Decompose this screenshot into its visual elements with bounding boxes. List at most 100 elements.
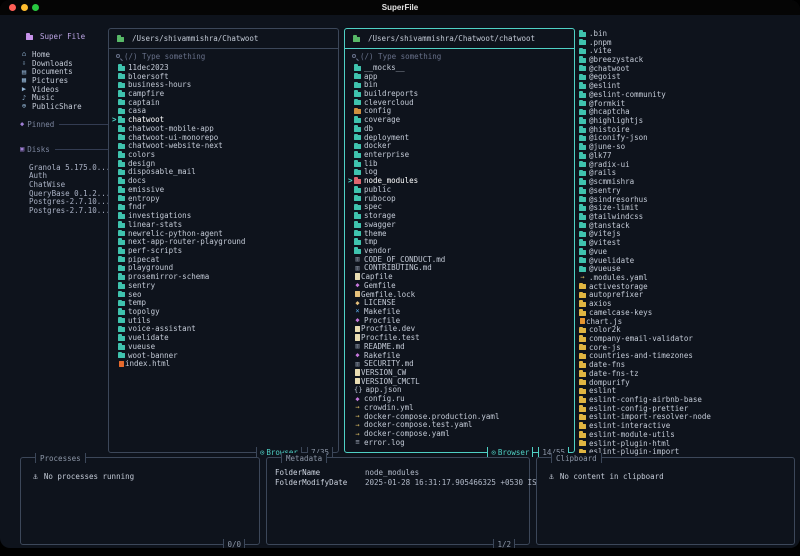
file-row[interactable]: vendor (348, 246, 574, 255)
file-row[interactable]: voice-assistant (112, 324, 338, 333)
file-row[interactable]: vueuse (112, 342, 338, 351)
file-row[interactable]: playground (112, 263, 338, 272)
file-panel-2[interactable]: /Users/shivammishra/Chatwoot/chatwoot (/… (344, 28, 575, 457)
sidebar-item[interactable]: ⌂ Home (20, 50, 108, 59)
file-row[interactable]: → crowdin.yml (348, 403, 574, 412)
file-row[interactable]: bin (348, 80, 574, 89)
file-row[interactable]: emissive (112, 185, 338, 194)
file-row[interactable]: log (348, 167, 574, 176)
file-row[interactable]: ▥ SECURITY.md (348, 359, 574, 368)
file-row[interactable]: spec (348, 202, 574, 211)
file-row[interactable]: public (348, 185, 574, 194)
file-row[interactable]: sentry (112, 281, 338, 290)
file-row[interactable]: fndr (112, 202, 338, 211)
file-row[interactable]: > chatwoot (112, 115, 338, 124)
file-row[interactable]: bloersoft (112, 72, 338, 81)
maximize-window-button[interactable] (32, 4, 39, 11)
preview-file-row: date-fns (579, 360, 795, 369)
file-row[interactable]: buildreports (348, 89, 574, 98)
file-row[interactable]: business-hours (112, 80, 338, 89)
file-row[interactable]: tmp (348, 237, 574, 246)
disk-item[interactable]: QueryBase 0.1.2... (20, 189, 110, 198)
file-row[interactable]: newrelic-python-agent (112, 229, 338, 238)
file-row[interactable]: ◆ LICENSE (348, 298, 574, 307)
file-row[interactable]: → docker-compose.test.yaml (348, 420, 574, 429)
file-row[interactable]: pipecat (112, 255, 338, 264)
file-row[interactable]: db (348, 124, 574, 133)
file-row[interactable]: __mocks__ (348, 63, 574, 72)
file-row[interactable]: ≡ error.log (348, 438, 574, 447)
file-row[interactable]: {} app.json (348, 385, 574, 394)
file-row[interactable]: Gemfile.lock (348, 290, 574, 299)
search-bar[interactable]: (/) Type something (345, 50, 574, 62)
file-row[interactable]: Procfile.dev (348, 324, 574, 333)
sidebar-item[interactable]: ⇩ Downloads (20, 59, 108, 68)
file-row[interactable]: config (348, 106, 574, 115)
file-row[interactable]: topolgy (112, 307, 338, 316)
file-row[interactable]: chatwoot-website-next (112, 141, 338, 150)
file-row[interactable]: vuelidate (112, 333, 338, 342)
file-row[interactable]: → docker-compose.production.yaml (348, 412, 574, 421)
file-row[interactable]: disposable_mail (112, 167, 338, 176)
sidebar-item[interactable]: ▶ Videos (20, 85, 108, 94)
disk-item[interactable]: ChatWise (20, 180, 108, 189)
minimize-window-button[interactable] (20, 4, 28, 11)
search-bar[interactable]: (/) Type something (109, 50, 338, 62)
file-row[interactable]: app (348, 72, 574, 81)
disk-item[interactable]: Auth (20, 171, 108, 180)
file-row[interactable]: perf-scripts (112, 246, 338, 255)
file-row[interactable]: casa (112, 106, 338, 115)
sidebar-item[interactable]: ▦ Pictures (20, 76, 108, 85)
file-row[interactable]: docker (348, 141, 574, 150)
file-row[interactable]: ◆ Procfile (348, 316, 574, 325)
file-row[interactable]: linear-stats (112, 220, 338, 229)
disk-item[interactable]: Postgres-2.7.10... (20, 206, 110, 215)
file-row[interactable]: × Makefile (348, 307, 574, 316)
file-row[interactable]: docs (112, 176, 338, 185)
file-row[interactable]: utils (112, 316, 338, 325)
file-row[interactable]: captain (112, 98, 338, 107)
file-row[interactable]: design (112, 159, 338, 168)
file-row[interactable]: woot-banner (112, 351, 338, 360)
file-row[interactable]: VERSION_CMCTL (348, 377, 574, 386)
file-row[interactable]: storage (348, 211, 574, 220)
file-row[interactable]: ▥ README.md (348, 342, 574, 351)
file-row[interactable]: Capfile (348, 272, 574, 281)
file-row[interactable]: chatwoot-ui-monorepo (112, 133, 338, 142)
sidebar-item[interactable]: ⊕ PublicShare (20, 102, 108, 111)
disk-item[interactable]: Postgres-2.7.10... (20, 197, 110, 206)
file-row[interactable]: colors (112, 150, 338, 159)
file-row[interactable]: ◆ Gemfile (348, 281, 574, 290)
sidebar-item[interactable]: ▤ Documents (20, 67, 108, 76)
file-row[interactable]: ◆ config.ru (348, 394, 574, 403)
file-row[interactable]: VERSION_CW (348, 368, 574, 377)
sidebar-item[interactable]: ♪ Music (20, 93, 108, 102)
file-row[interactable]: temp (112, 298, 338, 307)
file-row[interactable]: index.html (112, 359, 338, 368)
file-row[interactable]: ▥ CONTRIBUTING.md (348, 263, 574, 272)
file-row[interactable]: swagger (348, 220, 574, 229)
file-row[interactable]: ◆ Rakefile (348, 351, 574, 360)
file-row[interactable]: entropy (112, 194, 338, 203)
disk-item[interactable]: Granola 5.175.0... (20, 163, 110, 172)
file-row[interactable]: → docker-compose.yaml (348, 429, 574, 438)
close-window-button[interactable] (9, 4, 16, 11)
file-row[interactable]: investigations (112, 211, 338, 220)
file-row[interactable]: lib (348, 159, 574, 168)
file-row[interactable]: > node_modules (348, 176, 574, 185)
file-row[interactable]: next-app-router-playground (112, 237, 338, 246)
file-row[interactable]: campfire (112, 89, 338, 98)
file-row[interactable]: prosemirror-schema (112, 272, 338, 281)
file-row[interactable]: enterprise (348, 150, 574, 159)
file-row[interactable]: ▥ CODE_OF_CONDUCT.md (348, 255, 574, 264)
file-row[interactable]: 11dec2023 (112, 63, 338, 72)
file-row[interactable]: deployment (348, 133, 574, 142)
file-row[interactable]: Procfile.test (348, 333, 574, 342)
file-row[interactable]: chatwoot-mobile-app (112, 124, 338, 133)
file-row[interactable]: theme (348, 229, 574, 238)
file-row[interactable]: clevercloud (348, 98, 574, 107)
file-row[interactable]: rubocop (348, 194, 574, 203)
file-panel-1[interactable]: /Users/shivammishra/Chatwoot (/) Type so… (108, 28, 339, 457)
file-row[interactable]: coverage (348, 115, 574, 124)
file-row[interactable]: seo (112, 290, 338, 299)
